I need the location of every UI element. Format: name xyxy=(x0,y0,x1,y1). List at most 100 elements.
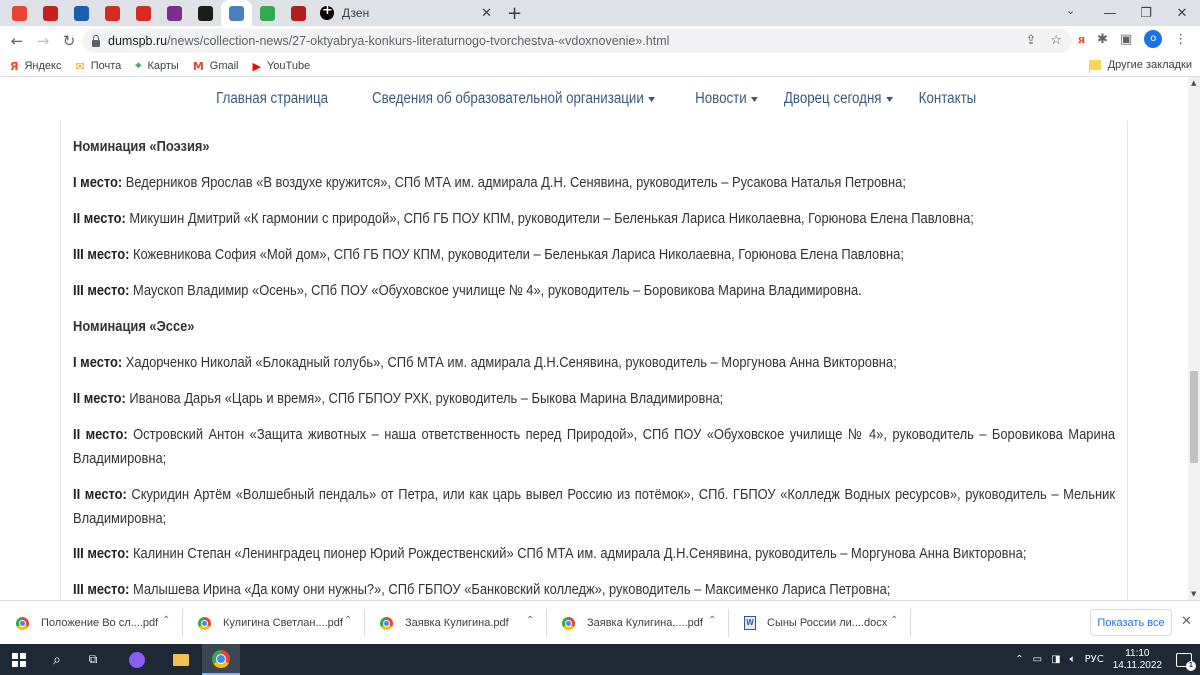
bookmark-yandex[interactable]: Я Яндекс xyxy=(10,60,61,73)
minimize-button[interactable]: — xyxy=(1092,6,1128,21)
reload-button[interactable]: ↻ xyxy=(56,32,82,50)
download-item[interactable]: Кулигина Светлан....pdf xyxy=(198,611,343,635)
volume-icon[interactable]: 🔈︎ xyxy=(1070,654,1076,665)
restore-button[interactable]: ❐ xyxy=(1128,6,1164,21)
pinned-tab[interactable] xyxy=(128,0,159,26)
bookmark-gmail[interactable]: M Gmail xyxy=(193,60,239,73)
search-button[interactable]: ⌕ xyxy=(42,644,72,675)
back-button[interactable]: ← xyxy=(4,32,30,50)
pinned-tab[interactable] xyxy=(35,0,66,26)
bookmark-mail[interactable]: ✉ Почта xyxy=(75,60,121,73)
task-view-button[interactable]: ⧉ xyxy=(78,644,108,675)
download-options-icon[interactable]: ⌃ xyxy=(708,615,716,626)
place-label: II место: xyxy=(73,486,127,503)
entry-text: Маускоп Владимир «Осень», СПб ПОУ «Обухо… xyxy=(129,282,862,299)
download-options-icon[interactable]: ⌃ xyxy=(344,615,352,626)
address-bar[interactable]: dumspb.ru /news/collection-news/27-oktya… xyxy=(82,29,1072,53)
nav-item[interactable]: Сведения об образовательной организации xyxy=(372,90,656,108)
bookmark-maps[interactable]: ⌖ Карты xyxy=(135,59,179,73)
place-label: II место: xyxy=(73,390,126,407)
place-label: III место: xyxy=(73,545,130,562)
tab-search-icon[interactable]: ⌄ xyxy=(1066,4,1075,17)
maps-icon: ⌖ xyxy=(135,59,142,72)
download-options-icon[interactable]: ⌃ xyxy=(162,615,170,626)
bookmark-star-icon[interactable]: ☆ xyxy=(1050,33,1062,48)
download-item[interactable]: Положение Во сл....pdf xyxy=(16,611,158,635)
other-bookmarks[interactable]: Другие закладки xyxy=(1088,59,1192,71)
language-indicator[interactable]: РУС xyxy=(1085,654,1104,665)
start-button[interactable] xyxy=(4,644,34,675)
download-options-icon[interactable]: ⌃ xyxy=(890,615,898,626)
bookmark-label: Почта xyxy=(90,60,122,72)
pinned-tab[interactable] xyxy=(252,0,283,26)
pinned-tab[interactable] xyxy=(66,0,97,26)
heading-text: Номинация «Эссе» xyxy=(73,318,195,335)
download-divider xyxy=(910,609,911,637)
nav-item[interactable]: Контакты xyxy=(919,90,977,108)
pinned-tabs xyxy=(0,0,314,26)
tab-close-icon[interactable]: ✕ xyxy=(481,6,492,21)
entry-line: III место: Кожевникова София «Мой дом», … xyxy=(73,243,904,267)
nav-item[interactable]: Новости xyxy=(695,90,759,108)
chrome-taskbar-button[interactable] xyxy=(202,644,240,675)
pinned-tab[interactable] xyxy=(97,0,128,26)
show-all-downloads-button[interactable]: Показать все xyxy=(1090,609,1172,636)
lock-icon[interactable] xyxy=(92,34,100,47)
close-window-button[interactable]: ✕ xyxy=(1164,6,1200,21)
pinned-tab[interactable] xyxy=(159,0,190,26)
word-document-icon: W xyxy=(744,616,756,630)
file-explorer-button[interactable] xyxy=(165,644,197,675)
palace-icon xyxy=(229,5,244,21)
scroll-down-icon[interactable]: ▼ xyxy=(1191,590,1196,598)
close-downloads-icon[interactable]: ✕ xyxy=(1181,614,1192,629)
download-filename: Положение Во сл....pdf xyxy=(41,617,159,629)
download-item[interactable]: Заявка Кулигина.pdf xyxy=(380,611,509,635)
winner-entry: II место: Островский Антон «Защита живот… xyxy=(73,423,1115,471)
download-divider xyxy=(728,609,729,637)
nav-item[interactable]: Главная страница xyxy=(216,90,328,108)
download-filename: Сыны России ли....docx xyxy=(767,617,888,629)
entry-text: Хадорченко Николай «Блокадный голубь», С… xyxy=(122,354,897,371)
pinned-tab[interactable] xyxy=(283,0,314,26)
entry-line: I место: Хадорченко Николай «Блокадный г… xyxy=(73,351,897,375)
place-label: I место: xyxy=(73,354,123,371)
yandex-extension-icon[interactable]: я xyxy=(1078,31,1085,47)
download-item[interactable]: Заявка Кулигина,....pdf xyxy=(562,611,703,635)
forward-button[interactable]: → xyxy=(30,32,56,50)
youtube-icon: ▶ xyxy=(252,59,261,73)
browser-menu-icon[interactable]: ⋮ xyxy=(1174,32,1187,47)
scrollbar-thumb[interactable] xyxy=(1190,371,1198,463)
system-tray: ⌃ ▭ ◨ 🔈︎ РУС 11:10 14.11.2022 1 xyxy=(1015,644,1200,675)
scroll-up-icon[interactable]: ▲ xyxy=(1191,79,1196,87)
share-icon[interactable]: ⇪ xyxy=(1025,33,1036,48)
download-divider xyxy=(364,609,365,637)
side-panel-icon[interactable]: ▣ xyxy=(1120,32,1132,47)
pinned-tab[interactable] xyxy=(221,0,252,26)
nav-item[interactable]: Дворец сегодня xyxy=(784,90,894,108)
place-label: II место: xyxy=(73,210,126,227)
page-scrollbar[interactable]: ▲ ▼ xyxy=(1188,77,1200,600)
task-view-icon: ⧉ xyxy=(88,652,98,666)
battery-icon[interactable]: ▭ xyxy=(1033,654,1042,665)
new-tab-button[interactable]: + xyxy=(507,3,522,24)
pinned-tab[interactable] xyxy=(190,0,221,26)
gmail-icon: M xyxy=(192,59,204,73)
download-item[interactable]: W Сыны России ли....docx xyxy=(744,611,887,635)
nav-item-label: Главная страница xyxy=(216,90,329,107)
download-options-icon[interactable]: ⌃ xyxy=(526,615,534,626)
clock[interactable]: 11:10 14.11.2022 xyxy=(1113,648,1162,672)
tab-active[interactable]: Дзен ✕ xyxy=(312,0,498,26)
mail-box-icon xyxy=(74,5,89,21)
winner-entry: I место: Ведерников Ярослав «В воздухе к… xyxy=(73,171,1115,195)
pinned-tab[interactable] xyxy=(4,0,35,26)
content-border-left xyxy=(60,121,61,600)
bookmark-youtube[interactable]: ▶ YouTube xyxy=(253,60,311,73)
alice-assistant-button[interactable] xyxy=(122,644,152,675)
network-icon[interactable]: ◨ xyxy=(1051,654,1060,665)
profile-avatar[interactable]: o xyxy=(1144,30,1163,48)
tray-overflow-icon[interactable]: ⌃ xyxy=(1015,654,1023,665)
nav-item-label: Контакты xyxy=(918,90,977,107)
nomination-heading: Номинация «Эссе» xyxy=(73,315,1115,339)
notification-center-icon[interactable]: 1 xyxy=(1176,652,1196,671)
extensions-puzzle-icon[interactable]: ✱ xyxy=(1097,32,1108,47)
